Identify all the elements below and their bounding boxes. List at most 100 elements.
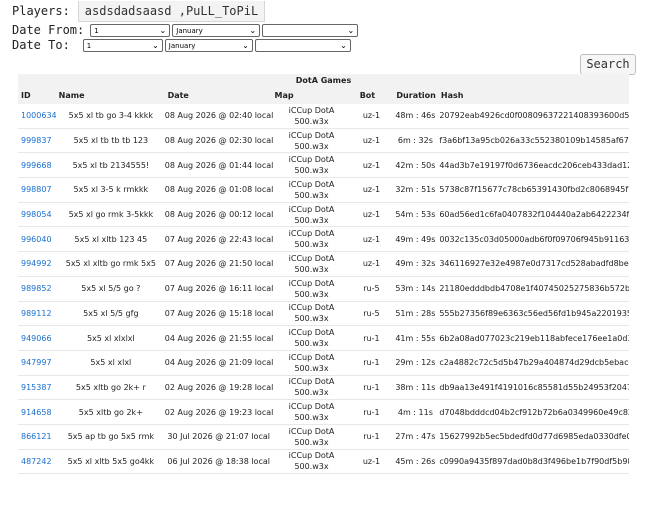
game-bot-cell: ru-1 [363, 333, 380, 343]
game-bot-cell: uz-1 [362, 210, 381, 220]
game-id-link[interactable]: 994992 [21, 259, 52, 268]
game-name-cell: 5x5 xl 3-5 k rmkkk [73, 185, 149, 195]
game-map-cell: iCCup DotA 500.w3x [288, 179, 335, 200]
game-id-link[interactable]: 487242 [21, 457, 52, 466]
game-duration-cell: 6m : 32s [397, 136, 433, 146]
game-name-cell: 5x5 xl xltb go rmk 5x5 [65, 259, 156, 269]
header-name: Name [58, 91, 85, 100]
header-duration: Duration [396, 91, 436, 100]
game-name-cell: 5x5 xltb go 2k+ [78, 407, 143, 417]
game-date-cell: 06 Jul 2026 @ 18:38 local [167, 456, 270, 466]
game-name-cell: 5x5 xl go rmk 3-5kkk [68, 210, 154, 220]
game-id-cell: 998807 [18, 185, 57, 194]
game-id-cell: 989112 [18, 309, 57, 318]
game-duration-cell: 32m : 51s [395, 185, 436, 195]
game-map-cell: iCCup DotA 500.w3x [288, 377, 335, 398]
game-bot-cell: uz-1 [362, 136, 381, 146]
game-bot-cell: ru-1 [363, 432, 380, 442]
game-id-cell: 996040 [18, 235, 57, 244]
date-to-year-select[interactable]: ⌄ [254, 38, 351, 52]
search-button[interactable]: Search [580, 54, 636, 75]
game-id-link[interactable]: 996040 [21, 235, 52, 244]
game-name-cell: 5x5 xl xltb 5x5 go4kk [67, 456, 155, 466]
game-id-link[interactable]: 999668 [21, 161, 52, 170]
game-bot-cell: uz-1 [362, 111, 381, 121]
header-id: ID [21, 91, 31, 100]
date-from-month-select[interactable]: January ⌄ [172, 23, 261, 37]
game-id-cell: 999837 [18, 136, 57, 145]
game-bot-cell: ru-1 [363, 382, 380, 392]
date-from-label: Date From: [12, 23, 85, 37]
date-from-day-select[interactable]: 1 ⌄ [90, 23, 171, 37]
game-date-cell: 08 Aug 2026 @ 01:08 local [164, 185, 273, 195]
game-duration-cell: 54m : 53s [395, 210, 436, 220]
game-hash-cell: 20792eab4926cd0f00809637221408393600d56 [439, 111, 630, 121]
dota-games-table: DotA Games ID Name Date Map Bot Duration… [18, 74, 630, 475]
table-row: 947997 5x5 xl xlxl 04 Aug 2026 @ 21:09 loc… [18, 350, 629, 376]
game-date-cell: 08 Aug 2026 @ 02:40 local [164, 111, 273, 121]
game-map-cell: iCCup DotA 500.w3x [288, 328, 335, 349]
table-row: 866121 5x5 ap tb go 5x5 rmk 30 Jul 2026 @ … [18, 424, 630, 450]
game-hash-cell: 15627992b5ec5bdedfd0d77d6985eda0330dfe0c [439, 432, 630, 442]
game-duration-cell: 48m : 46s [395, 111, 436, 121]
game-name-cell: 5x5 ap tb go 5x5 rmk [67, 432, 154, 442]
game-bot-cell: uz-1 [362, 160, 381, 170]
game-map-cell: iCCup DotA 500.w3x [288, 402, 335, 423]
game-hash-cell: db9aa13e491f4191016c85581d55b24953f2047c [439, 382, 630, 392]
game-date-cell: 07 Aug 2026 @ 21:50 local [164, 259, 273, 269]
game-id-cell: 947997 [18, 358, 57, 367]
game-date-cell: 07 Aug 2026 @ 22:43 local [164, 234, 273, 244]
game-hash-cell: c0990a9435f897dad0b8d3f496be1b7f90df5b98 [439, 456, 630, 466]
table-row: 998807 5x5 xl 3-5 k rmkkk 08 Aug 2026 @ 01… [18, 178, 629, 203]
date-from-year-select[interactable]: ⌄ [262, 23, 359, 37]
game-id-cell: 949066 [18, 334, 57, 343]
game-name-cell: 5x5 xl tb go 3-4 kkkk [68, 111, 154, 121]
table-row: 914658 5x5 xltb go 2k+ 02 Aug 2026 @ 19:23… [18, 400, 629, 425]
game-duration-cell: 42m : 50s [395, 160, 436, 170]
game-date-cell: 08 Aug 2026 @ 00:12 local [164, 210, 273, 220]
date-to-label: Date To: [12, 38, 70, 52]
game-duration-cell: 38m : 11s [395, 382, 436, 392]
game-duration-cell: 29m : 12s [395, 358, 436, 368]
table-row: 999668 5x5 xl tb 2134555! 08 Aug 2026 @ 01… [18, 153, 630, 179]
game-id-cell: 994992 [18, 259, 57, 268]
game-bot-cell: ru-1 [363, 358, 380, 368]
game-date-cell: 04 Aug 2026 @ 21:55 local [164, 333, 273, 343]
game-id-link[interactable]: 998807 [21, 185, 52, 194]
game-duration-cell: 53m : 14s [395, 284, 436, 294]
game-name-cell: 5x5 xl tb tb tb 123 [73, 136, 149, 146]
game-id-link[interactable]: 949066 [21, 334, 52, 343]
game-bot-cell: uz-1 [362, 185, 381, 195]
date-to-day-select[interactable]: 1 ⌄ [82, 38, 163, 52]
game-id-cell: 1000634 [18, 111, 57, 120]
game-map-cell: iCCup DotA 500.w3x [288, 155, 335, 176]
players-input[interactable]: asdsdadsaasd ,PuLL_ToPiL [77, 0, 266, 22]
game-bot-cell: ru-5 [363, 308, 380, 318]
date-to-day-value: 1 [86, 41, 92, 50]
game-id-link[interactable]: 866121 [21, 432, 52, 441]
table-row: 989112 5x5 xl 5/5 gfg 07 Aug 2026 @ 15:18 … [18, 301, 629, 327]
table-body: 1000634 5x5 xl tb go 3-4 kkkk 08 Aug 2026 … [18, 104, 630, 475]
game-bot-cell: uz-1 [362, 456, 381, 466]
game-id-link[interactable]: 999837 [21, 136, 52, 145]
game-id-link[interactable]: 915387 [21, 383, 52, 392]
game-id-cell: 999668 [18, 161, 57, 170]
game-id-link[interactable]: 1000634 [21, 111, 57, 120]
game-hash-cell: 44ad3b7e19197f0d6736eacdc206ceb433dad125 [439, 160, 630, 170]
game-id-link[interactable]: 989852 [21, 284, 52, 293]
game-hash-cell: 6b2a08ad077023c219eb118abfece176ee1a0d3e [439, 333, 630, 343]
game-date-cell: 08 Aug 2026 @ 02:30 local [164, 136, 273, 146]
date-from-row: Date From: 1 ⌄ January ⌄ ⌄ [12, 23, 359, 37]
game-hash-cell: 60ad56ed1c6fa0407832f104440a2ab6422234f2 [439, 210, 630, 220]
chevron-down-icon: ⌄ [340, 40, 347, 50]
game-id-link[interactable]: 947997 [21, 358, 52, 367]
date-from-day-value: 1 [94, 26, 99, 35]
game-id-link[interactable]: 914658 [21, 408, 52, 417]
game-id-link[interactable]: 998054 [21, 210, 52, 219]
game-id-cell: 866121 [18, 432, 57, 441]
game-id-link[interactable]: 989112 [21, 309, 52, 318]
game-date-cell: 08 Aug 2026 @ 01:44 local [164, 160, 273, 170]
game-map-cell: iCCup DotA 500.w3x [288, 426, 335, 447]
date-to-month-select[interactable]: January ⌄ [164, 38, 253, 52]
game-bot-cell: uz-1 [362, 259, 381, 269]
